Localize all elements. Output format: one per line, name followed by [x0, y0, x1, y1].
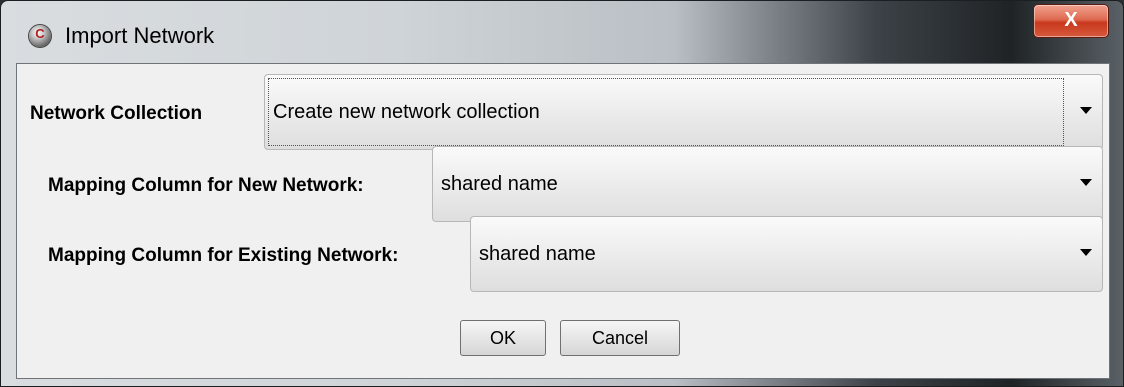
- mapping-existing-value: shared name: [479, 243, 596, 265]
- import-network-dialog: Import Network X Network Collection Crea…: [0, 0, 1124, 387]
- chevron-down-icon: [1080, 249, 1092, 256]
- network-collection-dropdown[interactable]: Create new network collection: [264, 74, 1103, 150]
- cancel-button[interactable]: Cancel: [560, 320, 680, 356]
- mapping-existing-label: Mapping Column for Existing Network:: [48, 245, 399, 266]
- close-button[interactable]: X: [1033, 4, 1109, 38]
- mapping-new-label: Mapping Column for New Network:: [48, 175, 364, 196]
- network-collection-value: Create new network collection: [273, 101, 540, 123]
- mapping-existing-dropdown[interactable]: shared name: [470, 216, 1103, 292]
- chevron-down-icon: [1080, 107, 1092, 114]
- mapping-new-value: shared name: [441, 173, 558, 195]
- mapping-new-dropdown[interactable]: shared name: [432, 146, 1103, 222]
- cytoscape-icon: [29, 25, 51, 48]
- chevron-down-icon: [1080, 179, 1092, 186]
- window-title: Import Network: [65, 23, 215, 48]
- title-bar[interactable]: Import Network X: [1, 1, 1123, 63]
- ok-button[interactable]: OK: [460, 320, 546, 356]
- dialog-content: Network Collection Create new network co…: [16, 63, 1110, 379]
- network-collection-label: Network Collection: [30, 103, 203, 124]
